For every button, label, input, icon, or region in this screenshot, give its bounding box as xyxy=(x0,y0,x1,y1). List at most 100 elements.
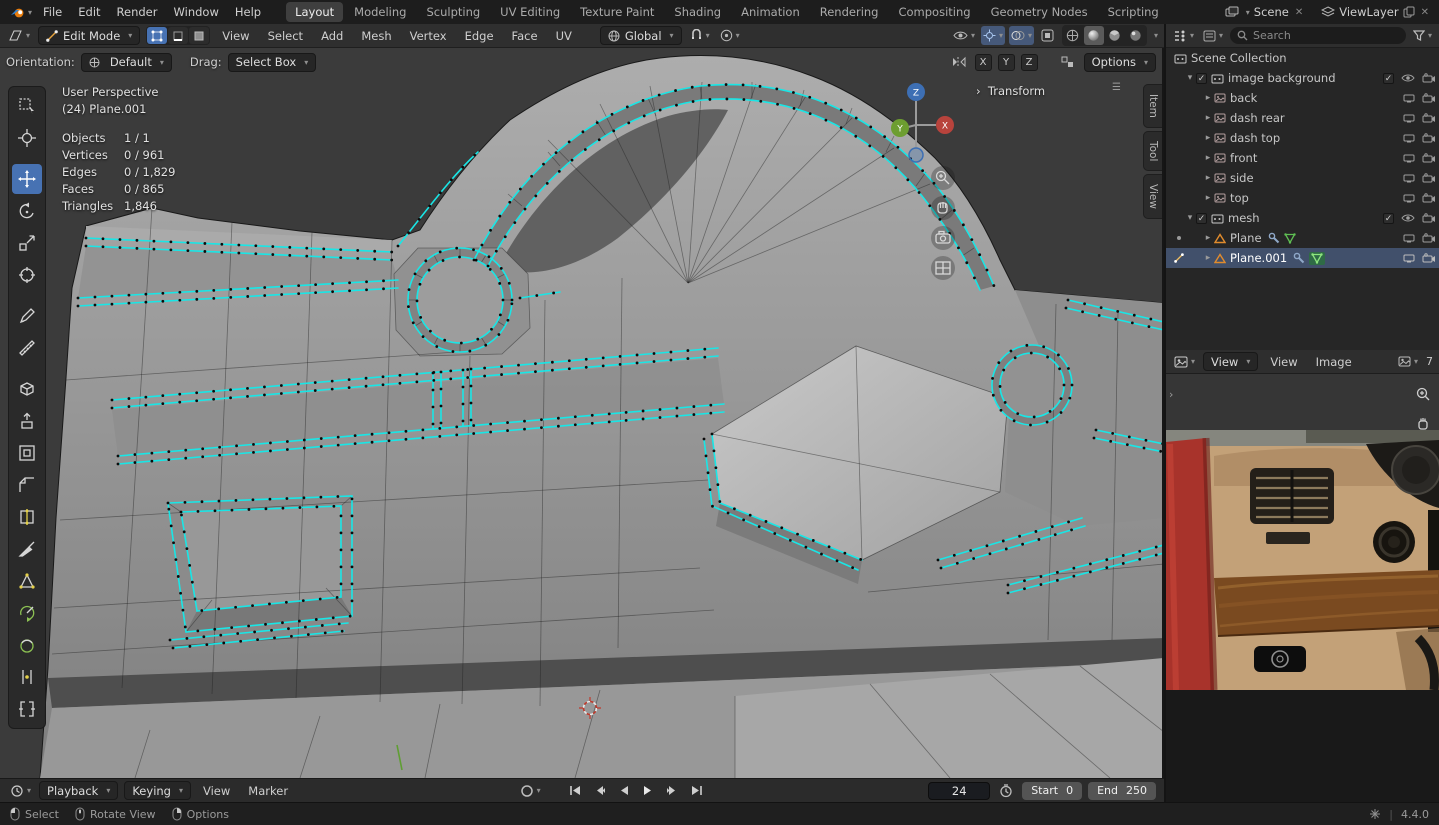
scene-name[interactable]: Scene xyxy=(1254,5,1289,19)
loop-cut-tool[interactable] xyxy=(12,502,42,532)
sidebar-tab-tool[interactable]: Tool xyxy=(1143,130,1162,172)
timeline-editor-type-button[interactable]: ▾ xyxy=(8,781,33,800)
image-sidebar-toggle-icon[interactable]: › xyxy=(1169,388,1173,401)
modifier-wrench-icon[interactable] xyxy=(1268,232,1280,244)
menu-file[interactable]: File xyxy=(36,2,69,22)
current-frame-field[interactable]: 24 xyxy=(928,781,991,800)
scene-unlink-icon[interactable]: ✕ xyxy=(1293,7,1305,18)
blender-logo-icon[interactable]: ▾ xyxy=(8,3,34,22)
menu-add[interactable]: Add xyxy=(315,27,349,45)
workspace-tab-shading[interactable]: Shading xyxy=(665,2,730,22)
frame-end-field[interactable]: End 250 xyxy=(1088,781,1156,800)
timeline-menu-view[interactable]: View xyxy=(197,782,236,800)
mirror-y-button[interactable]: Y xyxy=(997,53,1015,71)
workspace-tab-rendering[interactable]: Rendering xyxy=(811,2,888,22)
menu-face[interactable]: Face xyxy=(506,27,544,45)
image-menu-image[interactable]: Image xyxy=(1310,353,1358,371)
viewport-hide-icon[interactable] xyxy=(1403,94,1415,103)
knife-tool[interactable] xyxy=(12,534,42,564)
scale-tool[interactable] xyxy=(12,228,42,258)
spin-tool[interactable] xyxy=(12,598,42,628)
render-camera-icon[interactable] xyxy=(1422,213,1435,223)
camera-view-icon[interactable] xyxy=(931,226,955,250)
render-camera-icon[interactable] xyxy=(1422,173,1435,183)
show-overlays-button[interactable]: ▾ xyxy=(1008,26,1034,45)
workspace-tab-scripting[interactable]: Scripting xyxy=(1099,2,1168,22)
modifier-wrench-icon[interactable] xyxy=(1293,252,1305,264)
solid-shading-button[interactable] xyxy=(1083,26,1104,45)
viewport-hide-icon[interactable] xyxy=(1403,174,1415,183)
object-visibility-button[interactable]: ▾ xyxy=(951,26,977,45)
outliner-row-image-back[interactable]: ▸ back xyxy=(1166,88,1439,108)
scene-caret[interactable]: ▾ xyxy=(1246,8,1250,17)
jump-to-start-button[interactable] xyxy=(566,785,585,796)
menu-help[interactable]: Help xyxy=(228,2,268,22)
outliner-row-image-dash-rear[interactable]: ▸ dash rear xyxy=(1166,108,1439,128)
menu-window[interactable]: Window xyxy=(167,2,226,22)
outliner-editor-type-button[interactable]: ▾ xyxy=(1171,26,1196,45)
render-camera-icon[interactable] xyxy=(1422,253,1435,263)
outliner-row-object-plane[interactable]: ▸ Plane xyxy=(1166,228,1439,248)
mirror-z-button[interactable]: Z xyxy=(1020,53,1038,71)
wireframe-shading-button[interactable] xyxy=(1063,26,1083,45)
orientation-dropdown[interactable]: Default ▾ xyxy=(80,52,172,72)
collapse-chevron-icon[interactable]: ▾ xyxy=(1184,213,1196,223)
mode-dropdown[interactable]: Edit Mode ▾ xyxy=(38,26,141,45)
tweak-select-tool[interactable] xyxy=(12,91,42,121)
render-camera-icon[interactable] xyxy=(1422,73,1435,83)
play-reverse-button[interactable] xyxy=(616,785,633,796)
image-pan-icon[interactable] xyxy=(1415,416,1430,431)
viewlayer-copy-icon[interactable] xyxy=(1403,6,1415,18)
viewport-hide-icon[interactable] xyxy=(1403,114,1415,123)
render-camera-icon[interactable] xyxy=(1422,193,1435,203)
mesh-data-icon[interactable] xyxy=(1283,232,1296,244)
frame-start-field[interactable]: Start 0 xyxy=(1022,781,1083,800)
workspace-tab-animation[interactable]: Animation xyxy=(732,2,809,22)
workspace-tab-geometry-nodes[interactable]: Geometry Nodes xyxy=(982,2,1097,22)
viewport-hide-icon[interactable] xyxy=(1403,194,1415,203)
image-editor-body[interactable]: › xyxy=(1166,374,1439,802)
xray-toggle-button[interactable] xyxy=(1038,26,1058,45)
outliner-display-mode-button[interactable]: ▾ xyxy=(1201,26,1225,45)
snap-base-icon[interactable] xyxy=(1058,53,1078,72)
transform-panel-toggle[interactable]: › Transform xyxy=(976,84,1045,98)
poly-build-tool[interactable] xyxy=(12,566,42,596)
menu-edit[interactable]: Edit xyxy=(71,2,107,22)
keying-dropdown[interactable]: Keying ▾ xyxy=(124,781,191,800)
perspective-toggle-icon[interactable] xyxy=(931,256,955,280)
menu-mesh[interactable]: Mesh xyxy=(355,27,397,45)
render-camera-icon[interactable] xyxy=(1422,93,1435,103)
axis-gizmo[interactable]: Z Y X xyxy=(891,83,954,163)
transform-orientation-dropdown[interactable]: Global ▾ xyxy=(599,26,682,45)
bevel-tool[interactable] xyxy=(12,470,42,500)
face-select-mode-button[interactable] xyxy=(189,27,210,44)
transform-tool[interactable] xyxy=(12,260,42,290)
extrude-region-tool[interactable] xyxy=(12,406,42,436)
image-zoom-icon[interactable] xyxy=(1415,386,1431,402)
workspace-tab-uv-editing[interactable]: UV Editing xyxy=(491,2,569,22)
viewport-hide-icon[interactable] xyxy=(1403,134,1415,143)
image-datablock-name[interactable]: 7 xyxy=(1426,355,1433,368)
collapse-chevron-icon[interactable]: ▾ xyxy=(1184,73,1196,83)
shading-dropdown-caret[interactable]: ▾ xyxy=(1154,31,1158,40)
outliner-search-input[interactable]: Search xyxy=(1230,27,1406,44)
annotate-tool[interactable] xyxy=(12,301,42,331)
workspace-tab-compositing[interactable]: Compositing xyxy=(889,2,979,22)
material-shading-button[interactable] xyxy=(1105,26,1125,45)
render-camera-icon[interactable] xyxy=(1422,153,1435,163)
collection-exclude-checkbox[interactable]: ✓ xyxy=(1383,212,1394,224)
outliner-row-collection-mesh[interactable]: ▾ ✓ mesh ✓ xyxy=(1166,208,1439,228)
jump-to-end-button[interactable] xyxy=(687,785,706,796)
scene-icon[interactable] xyxy=(1225,6,1239,18)
menu-uv[interactable]: UV xyxy=(550,27,578,45)
image-editor-type-button[interactable]: ▾ xyxy=(1172,352,1197,371)
collection-exclude-checkbox[interactable]: ✓ xyxy=(1383,72,1394,84)
render-camera-icon[interactable] xyxy=(1422,133,1435,143)
cursor-tool[interactable] xyxy=(12,123,42,153)
menu-edge[interactable]: Edge xyxy=(459,27,500,45)
options-dropdown[interactable]: Options ▾ xyxy=(1083,52,1156,72)
viewlayer-remove-icon[interactable]: ✕ xyxy=(1419,7,1431,18)
use-preview-range-button[interactable] xyxy=(996,783,1016,798)
viewport-hide-icon[interactable] xyxy=(1403,234,1415,243)
menu-select[interactable]: Select xyxy=(262,27,309,45)
